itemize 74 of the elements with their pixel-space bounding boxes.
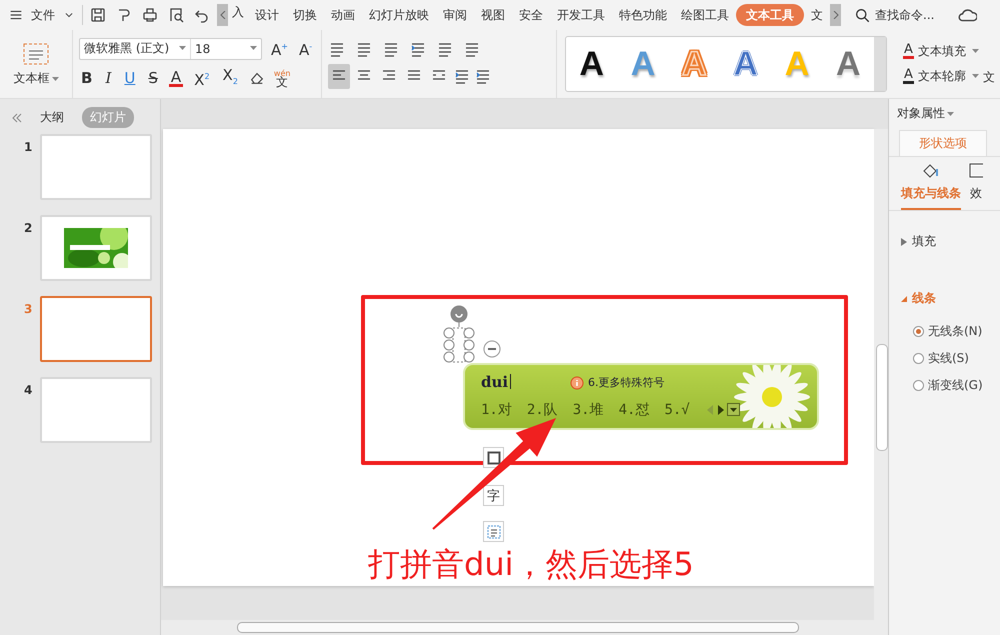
minus-icon[interactable] (483, 340, 501, 358)
radio-option[interactable]: 渐变线(G) (913, 377, 1000, 394)
grow-font-button[interactable]: A$^{+}$ (269, 38, 290, 59)
ime-candidate[interactable]: 3.堆 (572, 401, 604, 419)
ribbon-tab[interactable]: 审阅 (436, 4, 474, 26)
horizontal-scrollbar[interactable] (161, 620, 888, 635)
ribbon-tab[interactable]: 安全 (512, 4, 550, 26)
ribbon-tab[interactable]: 绘图工具 (674, 4, 736, 26)
ribbon-tab[interactable]: 幻灯片放映 (362, 4, 436, 26)
scroll-right-icon[interactable] (830, 4, 841, 26)
save-icon[interactable] (89, 6, 107, 24)
caret-icon[interactable] (972, 74, 979, 79)
format-button[interactable]: B (79, 69, 94, 87)
ribbon-tab[interactable]: 文 (804, 4, 830, 26)
format-button[interactable]: A (168, 70, 184, 86)
ribbon-tab[interactable]: 切换 (286, 4, 324, 26)
ime-candidate[interactable]: 4.怼 (618, 401, 650, 419)
ime-input-text: dui (481, 373, 512, 391)
panel-tab[interactable]: 大纲 (32, 107, 72, 128)
expand-icon[interactable] (727, 403, 740, 416)
ribbon-tab[interactable]: 开发工具 (550, 4, 612, 26)
panel-title[interactable]: 对象属性 (889, 99, 1000, 128)
ime-candidate[interactable]: 5.√ (664, 401, 690, 419)
radio-option[interactable]: 实线(S) (913, 350, 1000, 367)
text-style-option[interactable]: A (566, 44, 618, 84)
ribbon-tab[interactable]: 特色功能 (612, 4, 674, 26)
annotation-caption: 打拼音dui，然后选择5 (368, 545, 694, 583)
printer-icon[interactable] (141, 6, 159, 24)
format-button[interactable]: I (103, 69, 114, 87)
format-button[interactable]: S (146, 69, 160, 87)
ribbon-tab[interactable]: 视图 (474, 4, 512, 26)
format-button[interactable]: U (122, 69, 138, 87)
file-menu[interactable]: 文件 (24, 4, 62, 26)
caret-icon[interactable] (947, 112, 954, 117)
paint-bucket-icon (922, 163, 940, 179)
page-next-icon[interactable] (717, 404, 724, 414)
ribbon-tab[interactable]: 动画 (324, 4, 362, 26)
slide-number: 3 (24, 301, 32, 316)
slide-number: 4 (24, 382, 32, 397)
ime-candidate[interactable]: 1.对 (481, 401, 512, 419)
text-style-option[interactable]: A (822, 44, 874, 84)
shape-outline-icon[interactable] (483, 447, 504, 468)
search-field[interactable]: 查找命令... (855, 7, 957, 23)
caret-icon[interactable] (972, 49, 979, 54)
text-outline-button[interactable]: A 文本轮廓 (903, 68, 979, 85)
info-icon (570, 376, 584, 390)
slide-thumbnail[interactable] (40, 296, 152, 362)
selection-handles[interactable] (443, 305, 477, 363)
text-tool-button[interactable]: 字 (483, 485, 504, 506)
caret-icon[interactable] (52, 76, 58, 82)
align-button[interactable] (328, 64, 350, 88)
slide-number: 2 (24, 220, 32, 235)
shrink-font-button[interactable]: A$^{-}$ (296, 38, 314, 59)
phonetic-guide-button[interactable]: wén 文 (274, 69, 290, 87)
section-header[interactable]: 填充 (901, 233, 1000, 250)
text-fill-button[interactable]: A 文本填充 (903, 43, 979, 60)
scroll-left-icon[interactable] (217, 4, 228, 26)
ribbon-label: 文 (982, 69, 995, 86)
format-button[interactable]: X$_{2}$ (220, 66, 240, 90)
ime-candidate[interactable]: 2.队 (526, 401, 558, 419)
ime-hint[interactable]: 6.更多特殊符号 (570, 375, 664, 390)
property-tab[interactable]: 效 (969, 163, 983, 210)
text-box-icon (22, 42, 50, 66)
text-box-button[interactable]: 文本框 (7, 42, 65, 86)
format-button[interactable]: X$^{2}$ (192, 68, 212, 88)
eraser-icon[interactable] (248, 70, 265, 86)
search-icon (855, 8, 870, 22)
ribbon-tab[interactable]: 设计 (248, 4, 286, 26)
slide-number: 1 (24, 139, 32, 154)
text-box-icon[interactable] (483, 521, 504, 542)
vertical-scrollbar[interactable] (874, 129, 888, 620)
ribbon-tab[interactable]: 入 (228, 4, 248, 26)
radio-option[interactable]: 无线条(N) (913, 323, 1000, 340)
collapse-icon[interactable] (12, 112, 22, 122)
